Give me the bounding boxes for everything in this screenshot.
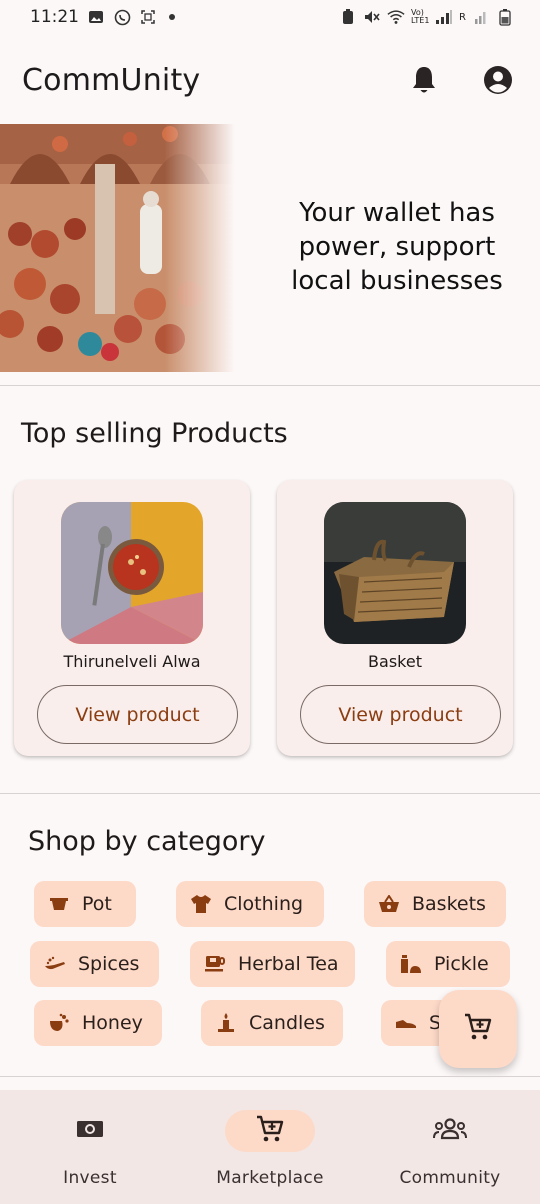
nav-icon-container bbox=[405, 1110, 495, 1152]
network-label: Vo) LTE1 bbox=[411, 8, 430, 25]
roaming-label: R bbox=[459, 11, 466, 23]
nav-label: Community bbox=[399, 1168, 501, 1188]
whatsapp-icon bbox=[113, 8, 131, 26]
category-chip-herbal-tea[interactable]: Herbal Tea bbox=[190, 941, 355, 987]
money-icon bbox=[76, 1118, 104, 1144]
chip-label: Baskets bbox=[412, 893, 486, 915]
bottom-navigation: Invest Marketplace Community bbox=[0, 1090, 540, 1204]
signal-icon-2 bbox=[472, 8, 490, 26]
chip-label: Candles bbox=[249, 1012, 325, 1034]
battery-saver-icon bbox=[339, 8, 357, 26]
top-selling-title: Top selling Products bbox=[21, 418, 288, 449]
pot-icon bbox=[48, 893, 70, 915]
chip-label: Honey bbox=[82, 1012, 143, 1034]
view-product-button[interactable]: View product bbox=[37, 685, 238, 744]
alwa-bowl-photo bbox=[61, 502, 203, 644]
wifi-icon bbox=[387, 8, 405, 26]
app-title: CommUnity bbox=[22, 62, 201, 98]
pottery-market-photo bbox=[0, 124, 235, 372]
category-chip-candles[interactable]: Candles bbox=[201, 1000, 343, 1046]
status-left: 11:21 bbox=[30, 7, 175, 27]
status-right: Vo) LTE1 R bbox=[339, 8, 514, 26]
account-icon[interactable] bbox=[482, 64, 514, 96]
dot-icon bbox=[169, 14, 175, 20]
tea-cup-icon bbox=[204, 953, 226, 975]
view-product-button[interactable]: View product bbox=[300, 685, 501, 744]
nav-item-community[interactable]: Community bbox=[360, 1090, 540, 1204]
mute-icon bbox=[363, 8, 381, 26]
category-chip-spices[interactable]: Spices bbox=[30, 941, 159, 987]
nav-icon-container-active bbox=[225, 1110, 315, 1152]
nav-label: Marketplace bbox=[216, 1168, 324, 1188]
spices-icon bbox=[44, 953, 66, 975]
nav-label: Invest bbox=[63, 1168, 117, 1188]
product-card[interactable]: Basket View product bbox=[277, 480, 513, 756]
app-bar-actions bbox=[408, 64, 514, 96]
shoe-icon bbox=[395, 1012, 417, 1034]
signal-icon bbox=[435, 8, 453, 26]
candle-icon bbox=[215, 1012, 237, 1034]
category-chip-honey[interactable]: Honey bbox=[34, 1000, 162, 1046]
image-icon bbox=[87, 8, 105, 26]
product-name: Basket bbox=[368, 652, 422, 671]
bell-icon[interactable] bbox=[408, 64, 440, 96]
chip-label: Spices bbox=[78, 953, 140, 975]
status-bar: 11:21 Vo) LTE1 R bbox=[0, 0, 540, 34]
category-chip-pot[interactable]: Pot bbox=[34, 881, 136, 927]
category-chip-pickle[interactable]: Pickle bbox=[386, 941, 510, 987]
battery-icon bbox=[496, 8, 514, 26]
chip-label: Pot bbox=[82, 893, 112, 915]
product-name: Thirunelveli Alwa bbox=[63, 652, 201, 671]
shop-by-category-title: Shop by category bbox=[28, 826, 266, 857]
chip-label: Pickle bbox=[434, 953, 489, 975]
divider bbox=[0, 385, 540, 386]
basket-icon bbox=[378, 893, 400, 915]
screenshot-icon bbox=[139, 8, 157, 26]
chip-label: Herbal Tea bbox=[238, 953, 339, 975]
app-bar: CommUnity bbox=[0, 44, 540, 116]
category-chip-clothing[interactable]: Clothing bbox=[176, 881, 324, 927]
status-time: 11:21 bbox=[30, 7, 79, 27]
product-card[interactable]: Thirunelveli Alwa View product bbox=[14, 480, 250, 756]
nav-item-marketplace[interactable]: Marketplace bbox=[180, 1090, 360, 1204]
nav-item-invest[interactable]: Invest bbox=[0, 1090, 180, 1204]
cart-icon bbox=[255, 1114, 285, 1148]
cart-icon bbox=[463, 1012, 493, 1046]
shirt-icon bbox=[190, 893, 212, 915]
hero-tagline: Your wallet has power, support local bus… bbox=[291, 198, 503, 296]
wicker-basket-photo bbox=[324, 502, 466, 644]
honey-icon bbox=[48, 1012, 70, 1034]
people-icon bbox=[433, 1118, 467, 1144]
divider bbox=[0, 1076, 540, 1077]
divider bbox=[0, 793, 540, 794]
category-chip-baskets[interactable]: Baskets bbox=[364, 881, 506, 927]
nav-icon-container bbox=[45, 1110, 135, 1152]
pickle-jar-icon bbox=[400, 953, 422, 975]
hero-banner: Your wallet has power, support local bus… bbox=[0, 124, 540, 372]
chip-label: Clothing bbox=[224, 893, 304, 915]
cart-fab[interactable] bbox=[439, 990, 517, 1068]
